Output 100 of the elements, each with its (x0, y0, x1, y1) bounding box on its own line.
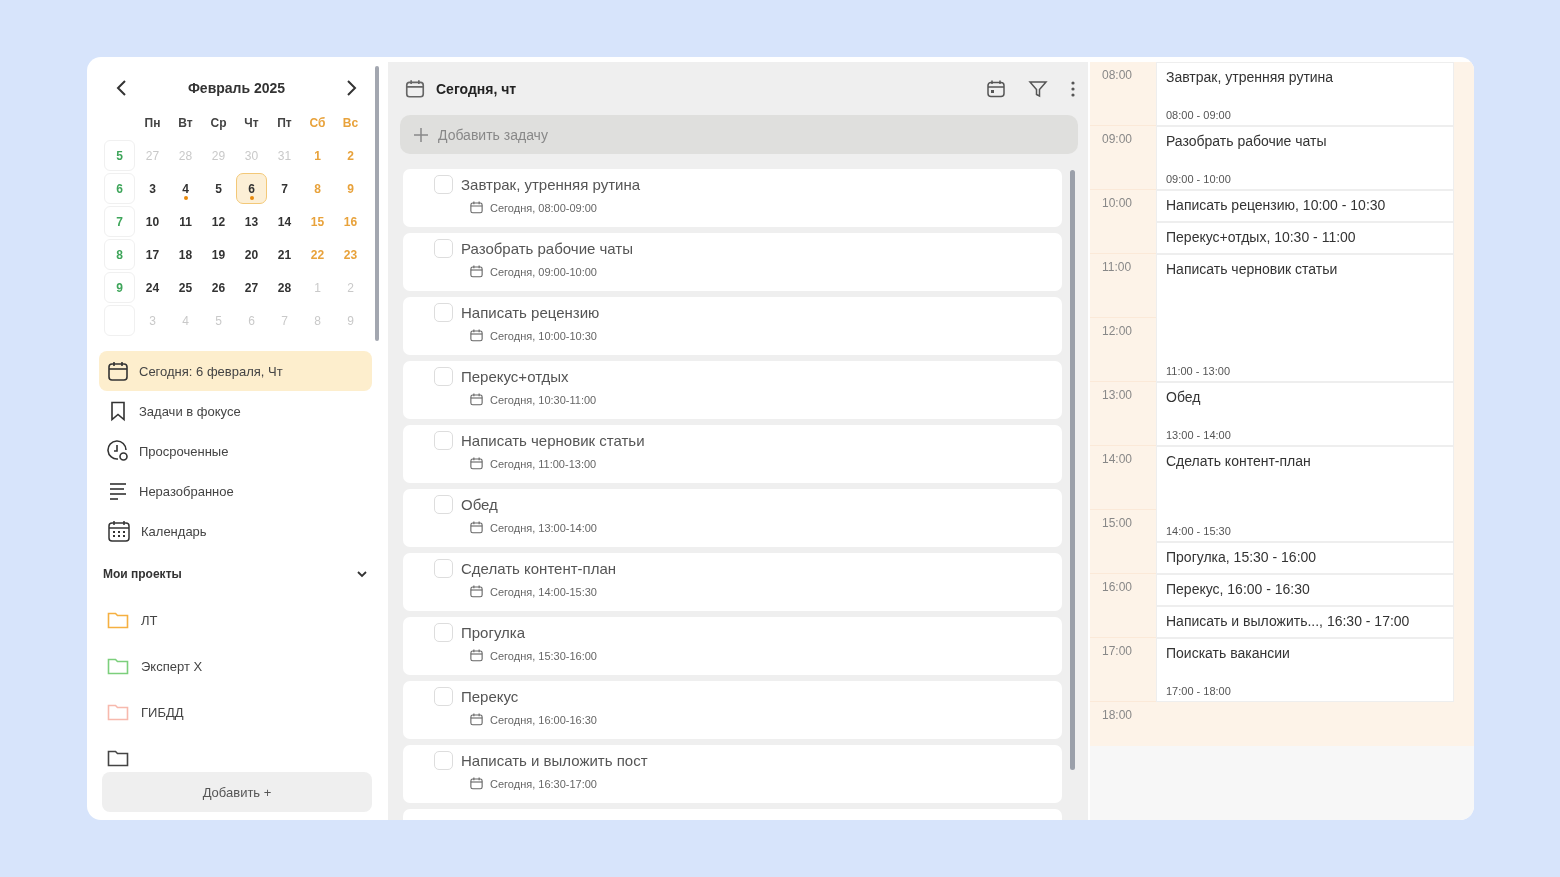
add-button[interactable]: Добавить + (102, 772, 372, 812)
task-card[interactable]: Написать и выложить пост Сегодня, 16:30-17:00 (403, 745, 1062, 803)
project-item[interactable]: ЛТ (99, 597, 166, 643)
task-card[interactable]: Написать рецензию Сегодня, 10:00-10:30 (403, 297, 1062, 355)
task-card[interactable]: Перекус Сегодня, 16:00-16:30 (403, 681, 1062, 739)
task-title: Обед (461, 496, 498, 513)
hour-label: 10:00 (1102, 196, 1133, 210)
hour-label: 18:00 (1102, 708, 1133, 722)
project-item[interactable]: ГИБДД (99, 689, 192, 735)
calendar-day[interactable]: 27 (236, 272, 267, 303)
task-card[interactable]: Прогулка Сегодня, 15:30-16:00 (403, 617, 1062, 675)
weekday-label: Чт (243, 114, 260, 132)
calendar-icon (469, 200, 484, 215)
event-block[interactable]: Прогулка, 15:30 - 16:00 (1156, 542, 1454, 574)
event-block[interactable]: Разобрать рабочие чаты 09:00 - 10:00 (1156, 126, 1454, 190)
week-number: 7 (104, 206, 135, 237)
checkbox[interactable] (434, 751, 453, 770)
calendar-day[interactable]: 25 (170, 272, 201, 303)
calendar-day[interactable]: 21 (269, 239, 300, 270)
hour-label: 08:00 (1102, 68, 1133, 82)
checkbox[interactable] (434, 367, 453, 386)
task-date: Сегодня, 10:00-10:30 (490, 329, 597, 342)
week-number: 6 (104, 173, 135, 204)
next-month-button[interactable] (344, 79, 358, 97)
task-date: Сегодня, 16:00-16:30 (490, 713, 597, 726)
panel-title: Сегодня, чт (436, 80, 518, 97)
task-date: Сегодня, 16:30-17:00 (490, 777, 597, 790)
calendar-day[interactable]: 26 (203, 272, 234, 303)
nav-item[interactable]: Неразобранное (99, 471, 372, 511)
calendar-day[interactable]: 18 (170, 239, 201, 270)
event-block[interactable]: Поискать вакансии 17:00 - 18:00 (1156, 638, 1454, 702)
task-card[interactable]: Завтрак, утренняя рутина Сегодня, 08:00-09:00 (403, 169, 1062, 227)
calendar-day[interactable]: 19 (203, 239, 234, 270)
hour-label: 17:00 (1102, 644, 1133, 658)
task-title: Перекус (461, 688, 519, 705)
calendar-day[interactable]: 7 (269, 173, 300, 204)
event-block[interactable]: Перекус+отдых, 10:30 - 11:00 (1156, 222, 1454, 254)
event-block[interactable]: Написать рецензию, 10:00 - 10:30 (1156, 190, 1454, 222)
calendar-icon (469, 776, 484, 791)
checkbox[interactable] (434, 175, 453, 194)
checkbox[interactable] (434, 239, 453, 258)
calendar-day[interactable]: 13 (236, 206, 267, 237)
weekday-label: Сб (308, 114, 327, 132)
task-card[interactable]: Обед Сегодня, 13:00-14:00 (403, 489, 1062, 547)
task-card[interactable]: Разобрать рабочие чаты Сегодня, 09:00-10:00 (403, 233, 1062, 291)
weekday-label: Вт (177, 114, 194, 132)
calendar-day[interactable]: 6 (236, 173, 267, 204)
weekday-label: Пт (276, 114, 293, 132)
calendar-day[interactable]: 10 (137, 206, 168, 237)
event-block[interactable]: Сделать контент-план 14:00 - 15:30 (1156, 446, 1454, 542)
hour-label: 13:00 (1102, 388, 1133, 402)
calendar-button[interactable] (986, 78, 1006, 99)
task-card[interactable]: Перекус+отдых Сегодня, 10:30-11:00 (403, 361, 1062, 419)
nav-item[interactable]: Задачи в фокусе (99, 391, 372, 431)
task-date: Сегодня, 14:00-15:30 (490, 585, 597, 598)
calendar-day[interactable]: 24 (137, 272, 168, 303)
nav-item[interactable]: Календарь (99, 511, 372, 551)
checkbox[interactable] (434, 623, 453, 642)
task-title: Написать рецензию (461, 304, 600, 321)
month-title: Февраль 2025 (187, 80, 286, 96)
weekday-label: Пн (143, 114, 162, 132)
hour-label: 09:00 (1102, 132, 1133, 146)
checkbox[interactable] (434, 559, 453, 578)
scrollbar[interactable] (1070, 170, 1075, 770)
task-date: Сегодня, 08:00-09:00 (490, 201, 597, 214)
calendar-icon (404, 77, 426, 100)
event-block[interactable]: Завтрак, утренняя рутина 08:00 - 09:00 (1156, 62, 1454, 126)
more-button[interactable] (1070, 79, 1076, 98)
calendar-day[interactable]: 11 (170, 206, 201, 237)
nav-item[interactable]: Просроченные (99, 431, 372, 471)
task-card[interactable]: Написать черновик статьи Сегодня, 11:00-13:00 (403, 425, 1062, 483)
calendar-day[interactable]: 12 (203, 206, 234, 237)
event-block[interactable]: Обед 13:00 - 14:00 (1156, 382, 1454, 446)
scrollbar[interactable] (375, 66, 379, 341)
checkbox[interactable] (434, 495, 453, 514)
checkbox[interactable] (434, 431, 453, 450)
calendar-day[interactable]: 17 (137, 239, 168, 270)
hour-label: 16:00 (1102, 580, 1133, 594)
calendar-icon (469, 712, 484, 727)
project-item[interactable]: Эксперт Х (99, 643, 211, 689)
checkbox[interactable] (434, 303, 453, 322)
event-block[interactable]: Перекус, 16:00 - 16:30 (1156, 574, 1454, 606)
calendar-icon (469, 264, 484, 279)
calendar-day[interactable]: 4 (170, 173, 201, 204)
chevron-icon[interactable] (356, 568, 368, 580)
task-date: Сегодня, 13:00-14:00 (490, 521, 597, 534)
task-card[interactable]: Сделать контент-план Сегодня, 14:00-15:30 (403, 553, 1062, 611)
calendar-day[interactable]: 3 (137, 173, 168, 204)
weekday-label: Вс (341, 114, 360, 132)
nav-item[interactable]: Сегодня: 6 февраля, Чт (99, 351, 372, 391)
filter-button[interactable] (1028, 78, 1048, 99)
previous-month-button[interactable] (115, 79, 129, 97)
calendar-day[interactable]: 28 (269, 272, 300, 303)
checkbox[interactable] (434, 687, 453, 706)
calendar-day[interactable]: 14 (269, 206, 300, 237)
calendar-day[interactable]: 5 (203, 173, 234, 204)
calendar-icon (469, 520, 484, 535)
event-block[interactable]: Написать черновик статьи 11:00 - 13:00 (1156, 254, 1454, 382)
calendar-day[interactable]: 20 (236, 239, 267, 270)
event-block[interactable]: Написать и выложить..., 16:30 - 17:00 (1156, 606, 1454, 638)
